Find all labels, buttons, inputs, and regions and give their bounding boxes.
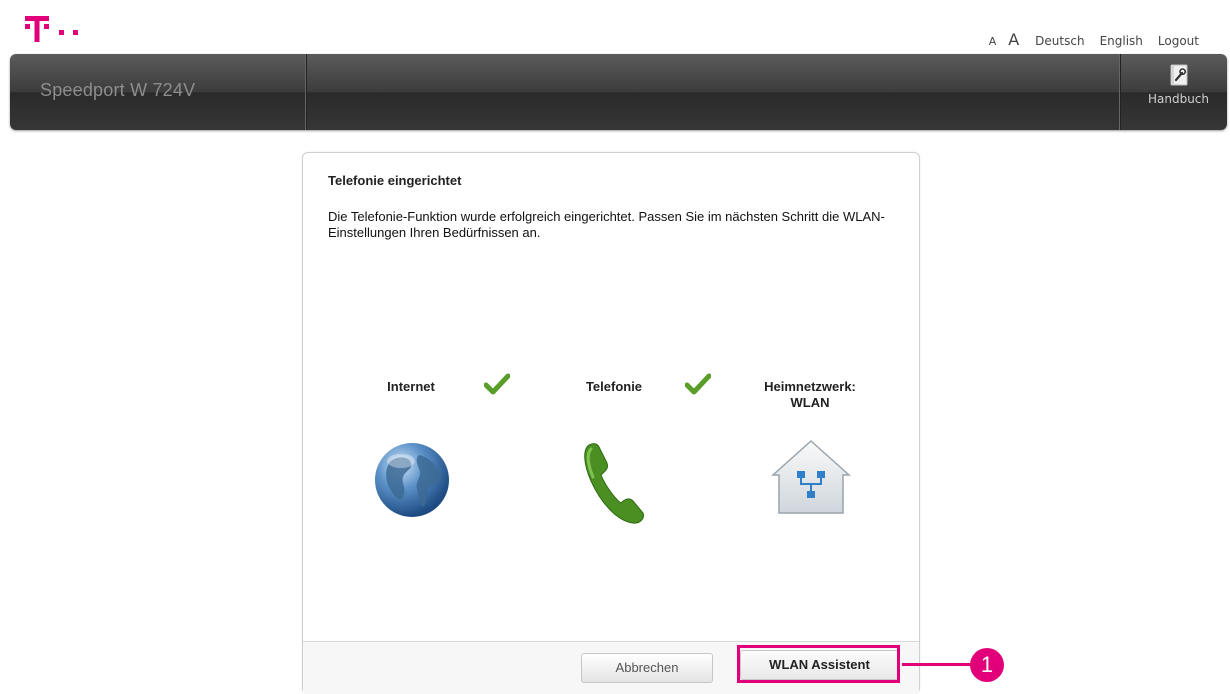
navbar-divider — [305, 54, 306, 130]
callout-line — [902, 663, 976, 666]
font-size-small-button[interactable]: A — [989, 35, 997, 48]
checkmark-icon — [484, 373, 510, 395]
phone-icon — [584, 443, 644, 524]
handbuch-label: Handbuch — [1147, 92, 1210, 106]
handbuch-button[interactable]: Handbuch — [1130, 64, 1227, 124]
globe-icon — [375, 443, 449, 517]
step-telefonie: Telefonie — [561, 379, 667, 395]
wlan-assistent-button[interactable]: WLAN Assistent — [740, 650, 899, 680]
panel-title: Telefonie eingerichtet — [328, 173, 462, 188]
navbar-divider — [1119, 54, 1120, 130]
font-size-large-button[interactable]: A — [1008, 30, 1019, 49]
language-english-link[interactable]: English — [1100, 34, 1143, 48]
panel-description: Die Telefonie-Funktion wurde erfolgreich… — [328, 209, 885, 240]
top-links: A A Deutsch English Logout — [989, 30, 1199, 49]
step-heimnetzwerk-label: Heimnetzwerk: — [764, 379, 856, 394]
language-deutsch-link[interactable]: Deutsch — [1035, 34, 1084, 48]
panel-footer: Abbrechen WLAN Assistent — [303, 641, 919, 694]
home-network-icon — [771, 439, 851, 514]
device-title: Speedport W 724V — [40, 80, 196, 100]
step-internet: Internet — [353, 379, 469, 395]
step-heimnetzwerk: Heimnetzwerk: WLAN — [745, 379, 875, 411]
telekom-logo — [25, 16, 78, 42]
cancel-button[interactable]: Abbrechen — [581, 653, 713, 683]
main-navbar: Speedport W 724V Handbuch — [10, 54, 1227, 130]
setup-panel: Telefonie eingerichtet Die Telefonie-Fun… — [302, 152, 920, 694]
callout-number: 1 — [970, 648, 1004, 682]
step-heimnetzwerk-sublabel: WLAN — [790, 395, 830, 410]
step-telefonie-label: Telefonie — [585, 379, 643, 394]
step-internet-label: Internet — [387, 379, 435, 394]
checkmark-icon — [685, 373, 711, 395]
logout-link[interactable]: Logout — [1158, 34, 1199, 48]
manual-wrench-icon — [1170, 64, 1187, 86]
